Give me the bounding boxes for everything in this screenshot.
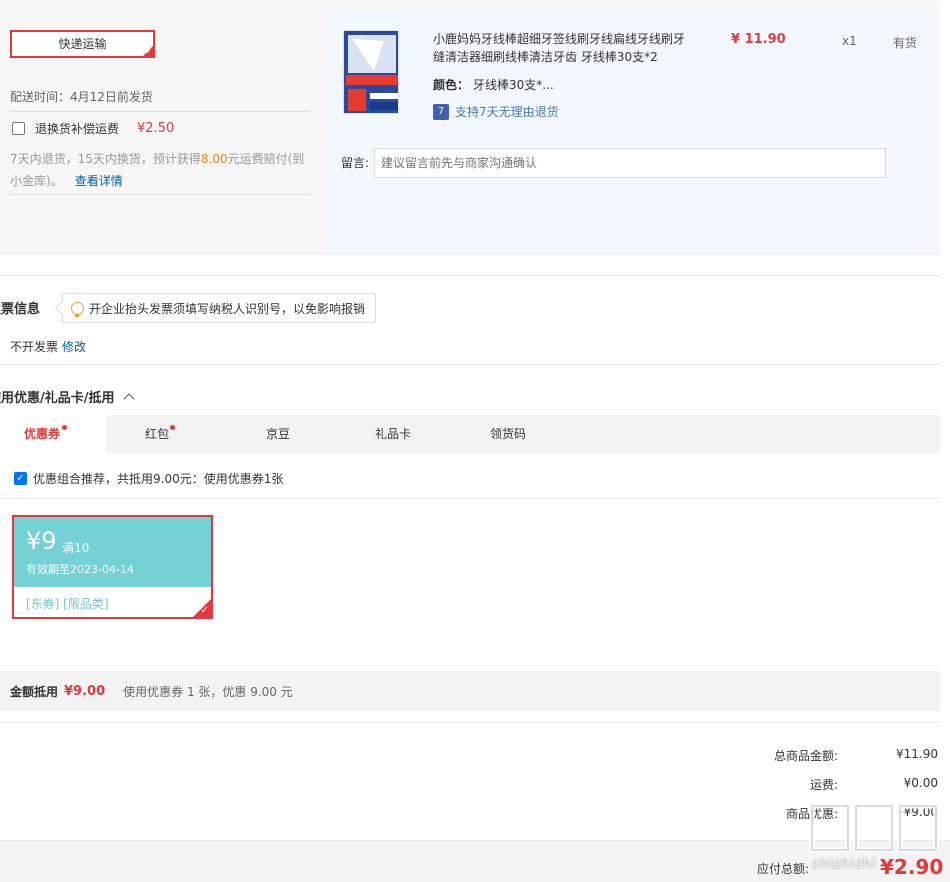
product-panel: 小鹿妈妈牙线棒超细牙签线刷牙线扁线牙线刷牙缝清洁器细刷线棒清洁牙齿 牙线棒30支… bbox=[323, 12, 940, 255]
return-insurance-price: ¥2.50 bbox=[137, 121, 175, 136]
section-divider bbox=[0, 275, 940, 276]
section-divider bbox=[0, 722, 940, 723]
checkout-page: 快递运输 ✓ 配送时间：4月12日前发货 退换货补偿运费 ¥2.50 7天内退货… bbox=[0, 0, 950, 882]
invoice-title: 发票信息 bbox=[0, 302, 41, 317]
product-color-value: 牙线棒30支*... bbox=[473, 78, 554, 92]
tab-label: 京豆 bbox=[266, 427, 291, 441]
summary-goods-row: 总商品金额: ¥11.90 bbox=[678, 747, 938, 764]
tab-gift-cards[interactable]: 礼品卡 bbox=[375, 415, 411, 453]
chevron-up-icon bbox=[122, 393, 135, 405]
watermark-logo bbox=[809, 803, 939, 853]
tab-label: 礼品卡 bbox=[375, 427, 412, 441]
coupons-title[interactable]: 使用优惠/礼品卡/抵用 bbox=[0, 387, 135, 406]
tab-label: 优惠券 bbox=[24, 427, 61, 441]
remark-label: 留言: bbox=[341, 156, 370, 170]
tab-red-packets[interactable]: 红包 bbox=[145, 415, 175, 453]
deduct-note: 使用优惠券 1 张，优惠 9.00 元 bbox=[123, 684, 293, 699]
remark-input[interactable] bbox=[374, 148, 886, 178]
shipping-method-button[interactable]: 快递运输 ✓ bbox=[10, 30, 155, 58]
shipping-panel: 快递运输 ✓ 配送时间：4月12日前发货 退换货补偿运费 ¥2.50 7天内退货… bbox=[0, 0, 940, 255]
product-quantity: x1 bbox=[842, 34, 857, 48]
product-color: 颜色： 牙线棒30支*... bbox=[433, 76, 554, 93]
check-icon: ✓ bbox=[200, 605, 209, 616]
summary-freight-label: 运费: bbox=[809, 778, 838, 792]
insurance-detail-link[interactable]: 查看详情 bbox=[75, 174, 123, 188]
summary-freight-row: 运费: ¥0.00 bbox=[678, 776, 938, 793]
insurance-desc-text: 7天内退货，15天内换货，预计获得 bbox=[10, 152, 201, 166]
deduct-label: 金额抵用 bbox=[10, 684, 59, 699]
return-insurance-label: 退换货补偿运费 bbox=[35, 122, 120, 136]
summary-goods-value: ¥11.90 bbox=[896, 747, 938, 761]
tooltip-arrow bbox=[54, 300, 70, 316]
section-divider bbox=[0, 364, 940, 365]
total-label: 应付总额: bbox=[757, 862, 810, 876]
return-insurance-row[interactable]: 退换货补偿运费 ¥2.50 bbox=[12, 120, 174, 137]
coupon-combo-recommend[interactable]: ✓ 优惠组合推荐，共抵用9.00元：使用优惠券1张 bbox=[14, 470, 283, 487]
summary-goods-label: 总商品金额: bbox=[773, 749, 838, 763]
tab-redeem-code[interactable]: 领货码 bbox=[490, 415, 526, 453]
divider bbox=[10, 194, 310, 195]
coupon-card[interactable]: ¥9 满10 有效期至2023-04-14 [东券] [限品类] ✓ bbox=[12, 515, 213, 619]
invoice-value: 不开发票 修改 bbox=[10, 338, 86, 355]
product-image[interactable] bbox=[343, 30, 399, 114]
coupon-card-header: ¥9 满10 有效期至2023-04-14 bbox=[14, 517, 211, 587]
watermark-text: zhizhizhi bbox=[812, 857, 878, 872]
lightbulb-icon bbox=[71, 301, 84, 317]
product-name[interactable]: 小鹿妈妈牙线棒超细牙签线刷牙线扁线牙线刷牙缝清洁器细刷线棒清洁牙齿 牙线棒30支… bbox=[433, 30, 693, 66]
insurance-desc-amount: 8.00 bbox=[200, 152, 228, 166]
invoice-edit-link[interactable]: 修改 bbox=[62, 340, 86, 354]
tab-jd-beans[interactable]: 京豆 bbox=[266, 415, 290, 453]
return-insurance-checkbox[interactable] bbox=[12, 122, 25, 135]
insurance-description: 7天内退货，15天内换货，预计获得8.00元运费赔付(到小金库)。 查看详情 bbox=[10, 148, 314, 192]
deduct-amount: ¥9.00 bbox=[64, 683, 106, 699]
invoice-tip-text: 开企业抬头发票须填写纳税人识别号，以免影响报销 bbox=[89, 301, 366, 316]
product-color-label: 颜色： bbox=[433, 78, 470, 92]
tab-label: 红包 bbox=[145, 427, 170, 441]
new-dot-icon bbox=[62, 425, 67, 430]
product-stock: 有货 bbox=[893, 36, 918, 50]
return-policy[interactable]: 7 支持7天无理由退货 bbox=[433, 103, 559, 120]
tab-label: 领货码 bbox=[490, 427, 527, 441]
seven-day-return-icon: 7 bbox=[433, 103, 449, 120]
return-policy-label: 支持7天无理由退货 bbox=[455, 105, 559, 119]
product-price: ¥ 11.90 bbox=[731, 32, 786, 47]
product-thumbnail-graphic bbox=[344, 31, 398, 113]
invoice-tip: 开企业抬头发票须填写纳税人识别号，以免影响报销 bbox=[54, 293, 377, 323]
coupons-title-text: 使用优惠/礼品卡/抵用 bbox=[0, 391, 115, 406]
coupon-validity: 有效期至2023-04-14 bbox=[26, 563, 134, 576]
summary-freight-value: ¥0.00 bbox=[903, 776, 938, 790]
coupon-tabs: 优惠券 红包 京豆 礼品卡 领货码 bbox=[0, 415, 940, 453]
tab-coupons[interactable]: 优惠券 bbox=[0, 415, 106, 453]
deduction-summary: 金额抵用 ¥9.00 使用优惠券 1 张，优惠 9.00 元 bbox=[0, 671, 940, 711]
combo-label: 优惠组合推荐，共抵用9.00元：使用优惠券1张 bbox=[33, 472, 284, 486]
new-dot-icon bbox=[170, 425, 175, 430]
coupon-condition: 满10 bbox=[62, 541, 90, 555]
shipping-method-label: 快递运输 bbox=[58, 37, 107, 51]
check-icon: ✓ bbox=[145, 47, 152, 56]
combo-checkbox[interactable]: ✓ bbox=[14, 472, 27, 485]
invoice-value-text: 不开发票 bbox=[10, 340, 59, 354]
coupon-tags: [东券] [限品类] bbox=[26, 597, 109, 611]
divider bbox=[10, 111, 310, 112]
coupon-amount: ¥9 bbox=[26, 527, 57, 555]
delivery-time: 配送时间：4月12日前发货 bbox=[10, 90, 153, 104]
